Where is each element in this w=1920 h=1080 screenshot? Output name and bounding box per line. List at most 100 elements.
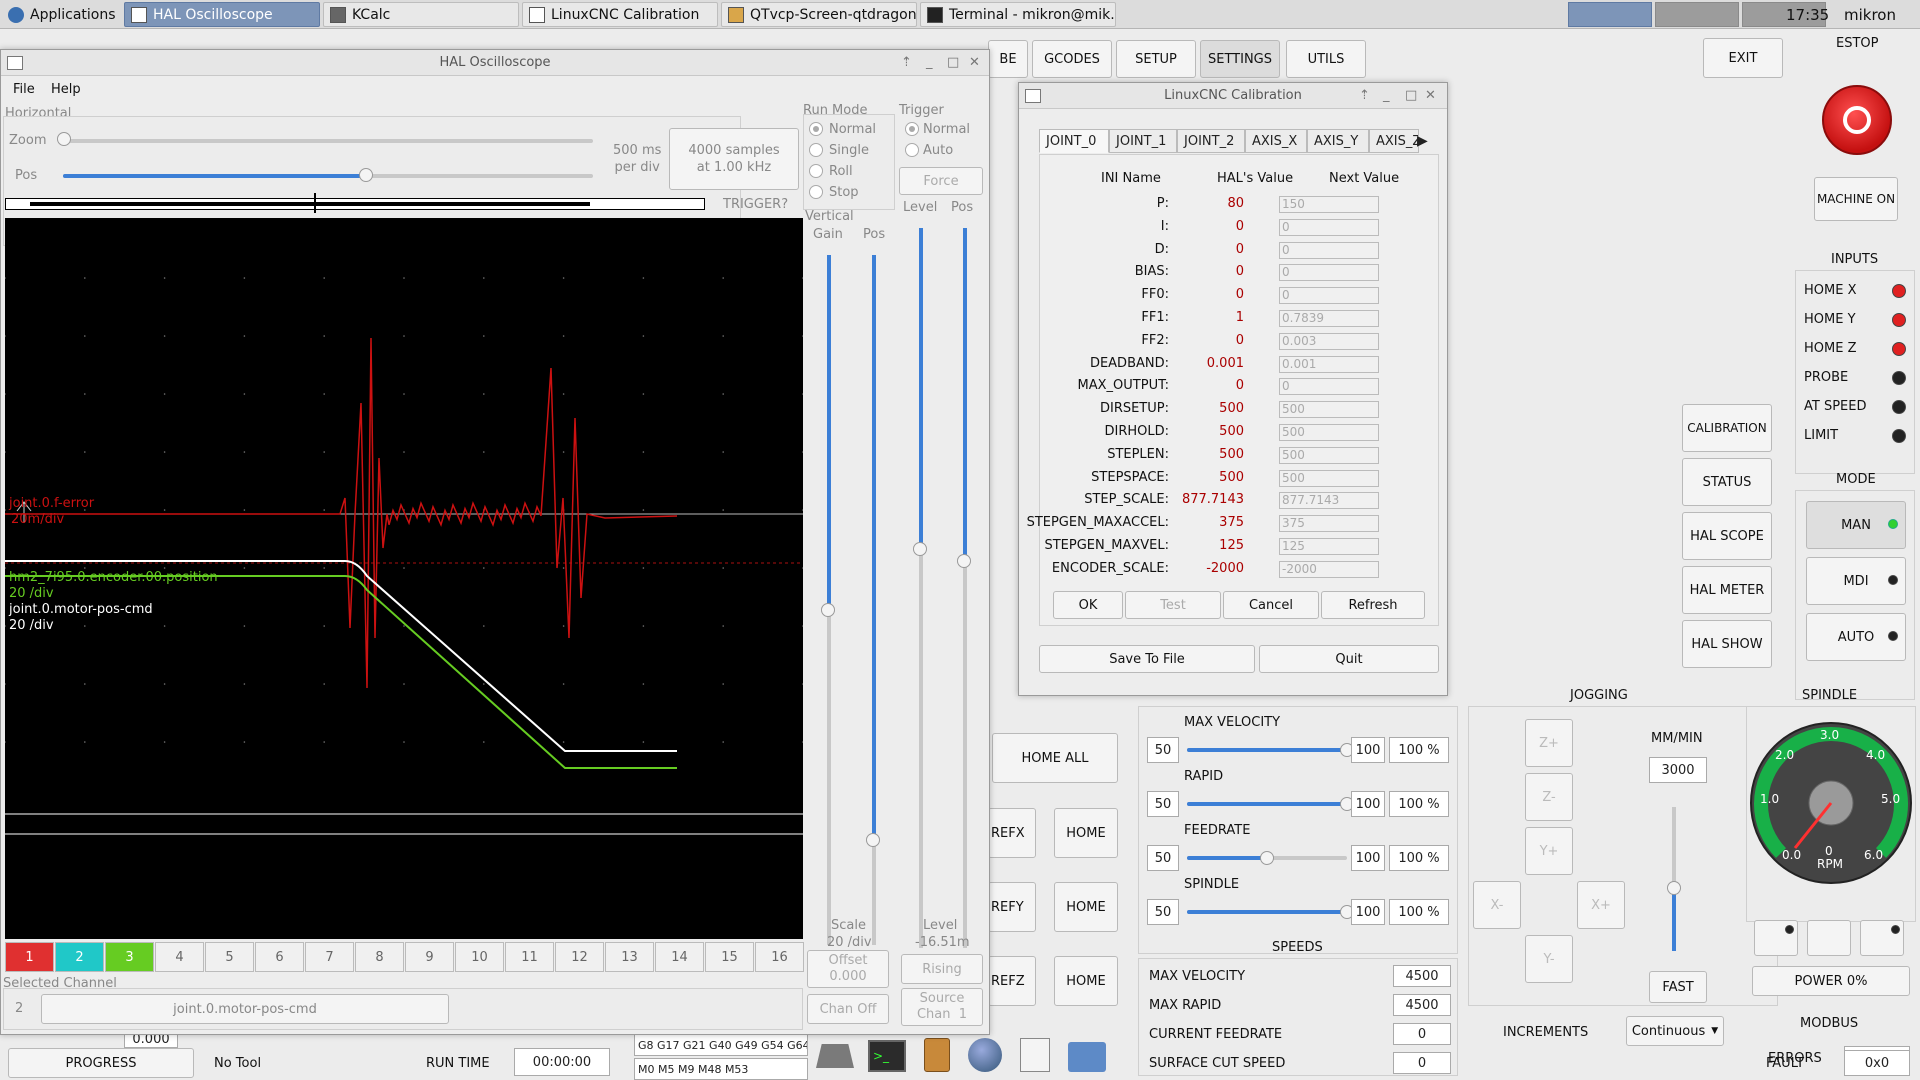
tab-be[interactable]: BE [988, 40, 1028, 78]
next-value-field[interactable]: 500 [1279, 424, 1379, 441]
close-icon[interactable]: ✕ [1425, 83, 1436, 109]
spindle-ccw-button[interactable] [1754, 920, 1798, 956]
next-value-field[interactable]: 0 [1279, 287, 1379, 305]
file-cabinet-icon[interactable] [924, 1038, 950, 1072]
refz-button[interactable]: REFZ [988, 956, 1036, 1006]
tab-joint-2[interactable]: JOINT_2 [1177, 129, 1245, 153]
status-button[interactable]: STATUS [1682, 458, 1772, 506]
run-single-radio[interactable] [809, 143, 823, 157]
next-value-field[interactable]: 500 [1279, 446, 1379, 464]
next-value-field[interactable]: 500 [1279, 469, 1379, 487]
home-all-button[interactable]: HOME ALL [992, 733, 1118, 783]
channel-button[interactable]: 7 [305, 942, 354, 972]
refx-button[interactable]: REFX [988, 808, 1036, 858]
exit-button[interactable]: EXIT [1703, 38, 1783, 78]
cancel-button[interactable]: Cancel [1223, 591, 1319, 619]
vertical-pos-handle[interactable] [866, 833, 880, 847]
channel-button[interactable]: 9 [405, 942, 454, 972]
next-value-field[interactable]: 0 [1279, 241, 1379, 259]
refy-button[interactable]: REFY [988, 882, 1036, 932]
tab-utils[interactable]: UTILS [1286, 40, 1366, 78]
chan-off-button[interactable]: Chan Off [807, 994, 889, 1024]
spindle-cw-button[interactable] [1860, 920, 1904, 956]
home-x-button[interactable]: HOME [1054, 808, 1118, 858]
channel-button[interactable]: 4 [155, 942, 204, 972]
fast-button[interactable]: FAST [1649, 971, 1707, 1003]
override-slider-handle[interactable] [1260, 851, 1274, 865]
hal-scope-button[interactable]: HAL SCOPE [1682, 512, 1772, 560]
quit-button[interactable]: Quit [1259, 645, 1439, 673]
channel-button[interactable]: 6 [255, 942, 304, 972]
offset-button[interactable]: Offset 0.000 [807, 950, 889, 988]
run-stop-radio[interactable] [809, 185, 823, 199]
home-y-button[interactable]: HOME [1054, 882, 1118, 932]
channel-button[interactable]: 13 [605, 942, 654, 972]
estop-button[interactable] [1822, 85, 1892, 155]
taskbar-item-terminal[interactable]: Terminal - mikron@mik... [920, 2, 1116, 27]
override-slider[interactable] [1187, 910, 1347, 914]
workspace-2[interactable] [1655, 2, 1739, 27]
run-roll-radio[interactable] [809, 164, 823, 178]
tab-axis-y[interactable]: AXIS_Y [1307, 129, 1369, 153]
hal-show-button[interactable]: HAL SHOW [1682, 620, 1772, 668]
next-value-field[interactable]: 375 [1279, 515, 1379, 533]
next-value-field[interactable]: 877.7143 [1279, 492, 1379, 510]
machine-on-button[interactable]: MACHINE ON [1814, 177, 1898, 221]
increments-select[interactable]: Continuous ▼ [1626, 1016, 1724, 1046]
jog-x-minus-button[interactable]: X- [1473, 881, 1521, 929]
menu-file[interactable]: File [13, 82, 35, 97]
jog-z-minus-button[interactable]: Z- [1525, 773, 1573, 821]
trigger-normal-radio[interactable] [905, 122, 919, 136]
globe-icon[interactable] [968, 1038, 1002, 1072]
calibration-button[interactable]: CALIBRATION [1682, 404, 1772, 452]
maximize-icon[interactable]: □ [1405, 83, 1417, 109]
spindle-stop-button[interactable] [1807, 920, 1851, 956]
pin-icon[interactable]: ⇡ [1359, 83, 1370, 109]
tab-scroll-right-icon[interactable]: ▶ [1417, 133, 1428, 149]
channel-button[interactable]: 15 [705, 942, 754, 972]
jog-y-plus-button[interactable]: Y+ [1525, 827, 1573, 875]
close-icon[interactable]: ✕ [969, 50, 980, 76]
tab-joint-0[interactable]: JOINT_0 [1039, 129, 1109, 153]
jog-y-minus-button[interactable]: Y- [1525, 935, 1573, 983]
refresh-button[interactable]: Refresh [1321, 591, 1425, 619]
channel-button[interactable]: 8 [355, 942, 404, 972]
channel-button[interactable]: 3 [105, 942, 154, 972]
search-document-icon[interactable] [1020, 1038, 1050, 1072]
taskbar-item-linuxcnc-calibration[interactable]: LinuxCNC Calibration [522, 2, 718, 27]
test-button[interactable]: Test [1125, 591, 1221, 619]
taskbar-item-qtvcp-screen[interactable]: QTvcp-Screen-qtdragon... [721, 2, 917, 27]
override-slider[interactable] [1187, 748, 1347, 752]
folder-icon[interactable] [1068, 1042, 1106, 1072]
next-value-field[interactable]: 0.003 [1279, 332, 1379, 350]
channel-button[interactable]: 14 [655, 942, 704, 972]
channel-button[interactable]: 5 [205, 942, 254, 972]
pos-slider[interactable] [63, 174, 593, 178]
scope-display[interactable]: joint.0.f-error 20m/div hm2_7i95.0.encod… [4, 218, 804, 939]
rising-button[interactable]: Rising [901, 954, 983, 984]
next-value-field[interactable]: 150 [1279, 196, 1379, 213]
menu-help[interactable]: Help [51, 82, 81, 97]
taskbar-item-kcalc[interactable]: KCalc [323, 2, 519, 27]
jog-rate-handle[interactable] [1667, 881, 1681, 895]
override-slider[interactable] [1187, 802, 1347, 806]
workspace-1[interactable] [1568, 2, 1652, 27]
next-value-field[interactable]: 500 [1279, 401, 1379, 419]
hal-meter-button[interactable]: HAL METER [1682, 566, 1772, 614]
channel-button[interactable]: 12 [555, 942, 604, 972]
vertical-gain-handle[interactable] [821, 603, 835, 617]
next-value-field[interactable]: 0 [1279, 378, 1379, 396]
channel-button[interactable]: 2 [55, 942, 104, 972]
jog-rate-slider[interactable] [1672, 807, 1676, 951]
trigger-level-handle[interactable] [913, 542, 927, 556]
minimize-icon[interactable]: _ [926, 50, 933, 76]
machine-icon[interactable] [816, 1044, 854, 1068]
tab-axis-z[interactable]: AXIS_Z [1369, 129, 1419, 153]
pos-handle[interactable] [359, 168, 373, 182]
trigger-auto-radio[interactable] [905, 143, 919, 157]
minimize-icon[interactable]: _ [1383, 83, 1390, 109]
selected-channel-name[interactable]: joint.0.motor-pos-cmd [41, 994, 449, 1024]
next-value-field[interactable]: 0.001 [1279, 355, 1379, 373]
taskbar-item-hal-oscilloscope[interactable]: HAL Oscilloscope [124, 2, 320, 27]
pin-icon[interactable]: ⇡ [901, 50, 912, 76]
